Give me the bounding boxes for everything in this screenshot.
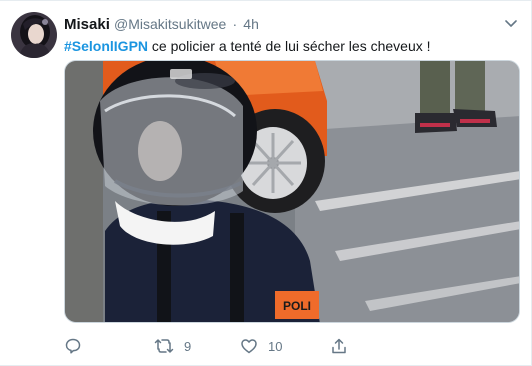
tweet-timestamp[interactable]: 4h bbox=[243, 16, 259, 32]
author-name[interactable]: Misaki bbox=[64, 16, 110, 33]
retweet-count: 9 bbox=[184, 338, 192, 354]
tweet-body: ce policier a tenté de lui sécher les ch… bbox=[148, 38, 431, 54]
retweet-button[interactable]: 9 bbox=[154, 335, 191, 357]
like-count: 10 bbox=[268, 338, 283, 354]
chevron-down-icon[interactable] bbox=[503, 15, 519, 31]
share-icon bbox=[330, 337, 348, 355]
author-handle[interactable]: @Misakitsukitwee bbox=[114, 16, 226, 32]
tweet-actions: 9 10 bbox=[64, 335, 520, 357]
reply-button[interactable] bbox=[64, 335, 92, 357]
share-button[interactable] bbox=[330, 335, 358, 357]
tweet-photo[interactable]: POLI bbox=[64, 60, 520, 323]
avatar[interactable] bbox=[11, 12, 57, 58]
tweet-card[interactable]: Misaki @Misakitsukitwee · 4h #SelonlIGPN… bbox=[0, 0, 532, 366]
like-icon bbox=[240, 337, 258, 355]
tweet-header: Misaki @Misakitsukitwee · 4h bbox=[64, 14, 259, 35]
armband-text: POLI bbox=[283, 299, 311, 313]
reply-icon bbox=[64, 337, 82, 355]
tweet-text: #SelonlIGPN ce policier a tenté de lui s… bbox=[64, 36, 431, 56]
header-separator: · bbox=[232, 16, 238, 32]
hashtag-link[interactable]: #SelonlIGPN bbox=[64, 38, 148, 54]
retweet-icon bbox=[154, 337, 174, 355]
like-button[interactable]: 10 bbox=[240, 335, 282, 357]
